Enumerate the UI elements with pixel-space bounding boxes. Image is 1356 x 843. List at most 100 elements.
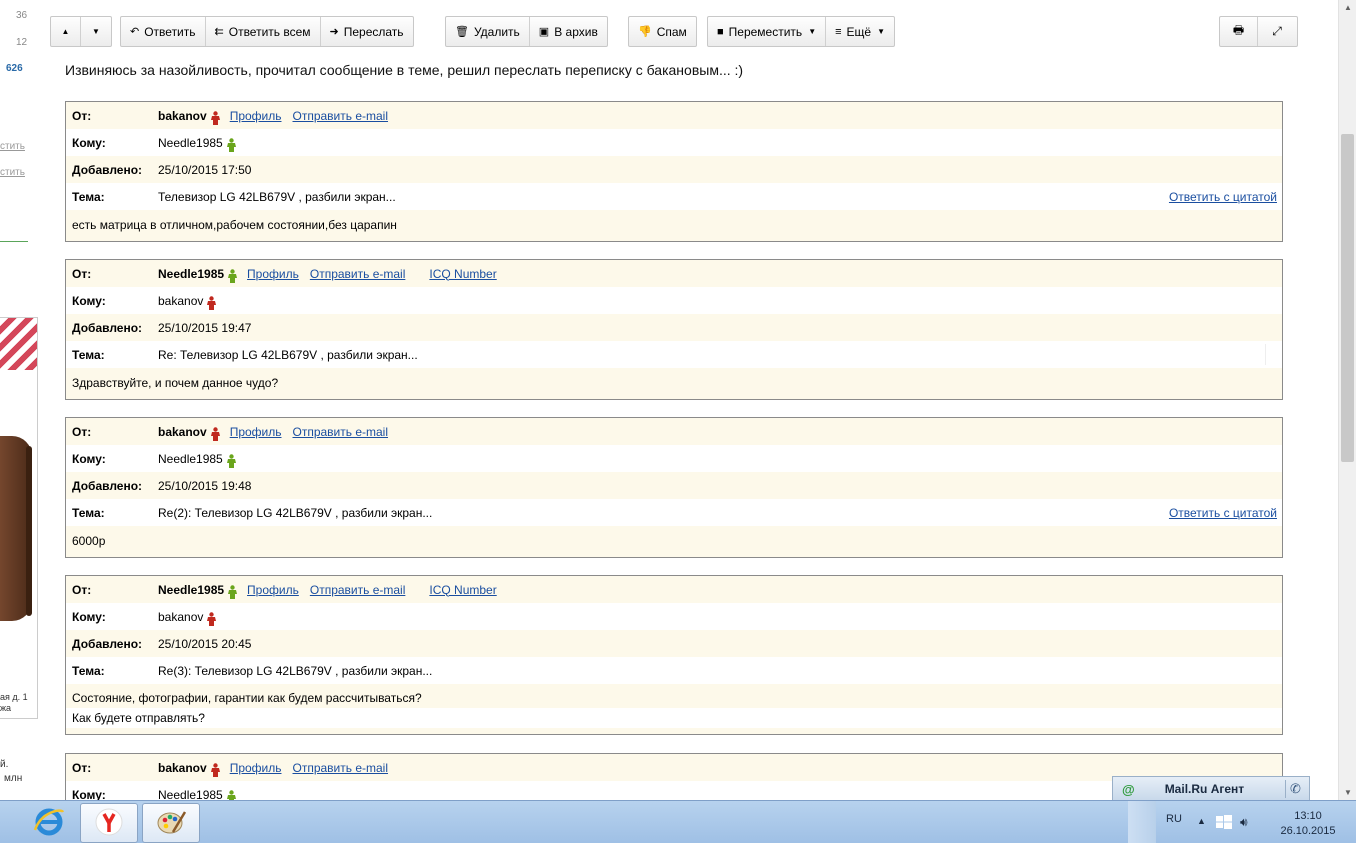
sender-name[interactable]: Needle1985 <box>158 267 224 281</box>
date-row: Добавлено: 25/10/2015 19:47 <box>66 314 1282 341</box>
sidebar-link-1[interactable]: стить <box>0 141 25 152</box>
reply-all-icon: ⇇ <box>214 26 224 38</box>
send-email-link[interactable]: Отправить e-mail <box>310 267 406 281</box>
male-green-icon <box>227 584 238 599</box>
male-red-icon <box>210 110 221 125</box>
profile-link[interactable]: Профиль <box>247 267 299 281</box>
recipient-name[interactable]: Needle1985 <box>158 136 223 150</box>
male-red-icon <box>206 295 217 310</box>
message-subject: Re: Телевизор LG 42LB679V , разбили экра… <box>158 347 418 362</box>
move-label: Переместить <box>728 24 803 39</box>
send-email-link[interactable]: Отправить e-mail <box>293 109 389 123</box>
male-green-icon <box>227 268 238 283</box>
sender-name[interactable]: bakanov <box>158 109 207 123</box>
scroll-down-icon[interactable]: ▼ <box>1344 788 1352 797</box>
language-indicator[interactable]: RU <box>1166 813 1182 825</box>
message-date: 25/10/2015 20:45 <box>158 636 252 651</box>
agent-title[interactable]: Mail.Ru Агент <box>1165 782 1244 796</box>
subject-label: Тема: <box>72 505 105 520</box>
reply-label: Ответить <box>144 24 196 39</box>
reply-button[interactable]: ↶ Ответить <box>121 17 206 46</box>
scrollbar-thumb[interactable] <box>1341 134 1354 462</box>
recipient-name[interactable]: bakanov <box>158 294 203 308</box>
icq-link[interactable]: ICQ Number <box>429 267 496 281</box>
print-button[interactable]: 🖶 <box>1220 17 1258 46</box>
quoted-message-2: От: Needle1985 Профиль Отправить e-mail … <box>65 259 1283 400</box>
ad-text: ая д. 1 жа <box>0 692 28 714</box>
arrow-down-icon: ▼ <box>92 27 100 36</box>
delete-label: Удалить <box>473 24 520 39</box>
message-subject: Re(2): Телевизор LG 42LB679V , разбили э… <box>158 505 433 520</box>
expand-button[interactable]: ⤢ <box>1258 17 1296 46</box>
spam-button-group: 👎 Спам <box>628 16 697 47</box>
yandex-browser-icon <box>93 806 125 841</box>
from-label: От: <box>72 424 92 439</box>
spam-button[interactable]: 👎 Спам <box>629 17 696 46</box>
reply-with-quote-link[interactable]: Ответить с цитатой <box>1169 190 1277 204</box>
windows-taskbar: RU ▲ 🔊︎ 13:10 26.10.2015 <box>0 800 1356 843</box>
profile-link[interactable]: Профиль <box>247 583 299 597</box>
sender-name[interactable]: Needle1985 <box>158 583 224 597</box>
delete-button[interactable]: 🗑 Удалить <box>446 17 530 46</box>
profile-link[interactable]: Профиль <box>230 425 282 439</box>
taskbar-yandex-browser-button[interactable] <box>80 803 138 843</box>
message-body: есть матрица в отличном,рабочем состояни… <box>66 210 1282 241</box>
to-row: Кому: Needle1985 <box>66 445 1282 472</box>
sidebar-divider <box>0 241 28 242</box>
subject-divider <box>1265 344 1266 365</box>
message-subject: Телевизор LG 42LB679V , разбили экран... <box>158 189 396 204</box>
volume-icon[interactable]: 🔊︎ <box>1240 815 1248 830</box>
message-body: Состояние, фотографии, гарантии как буде… <box>66 684 1282 734</box>
reply-with-quote-link[interactable]: Ответить с цитатой <box>1169 506 1277 520</box>
message-intro-text: Извиняюсь за назойливость, прочитал сооб… <box>65 62 744 78</box>
sender-name[interactable]: bakanov <box>158 761 207 775</box>
subject-row: Тема: Re(3): Телевизор LG 42LB679V , раз… <box>66 657 1282 684</box>
recipient-name[interactable]: Needle1985 <box>158 452 223 466</box>
sender-name[interactable]: bakanov <box>158 425 207 439</box>
icq-link[interactable]: ICQ Number <box>429 583 496 597</box>
mailru-agent-bar[interactable]: @ Mail.Ru Агент ✆ <box>1112 776 1310 801</box>
sidebar-counter-mid: 12 <box>16 37 28 48</box>
male-red-icon <box>210 762 221 777</box>
to-label: Кому: <box>72 293 106 308</box>
message-body-line-1: Состояние, фотографии, гарантии как буде… <box>72 691 422 705</box>
forward-button[interactable]: ➜ Переслать <box>321 17 413 46</box>
move-dropdown[interactable]: ■ Переместить ▼ <box>708 17 827 46</box>
taskbar-ie-button[interactable] <box>20 803 78 843</box>
phone-icon[interactable]: ✆ <box>1285 780 1305 798</box>
sidebar-link-2[interactable]: стить <box>0 167 25 178</box>
send-email-link[interactable]: Отправить e-mail <box>310 583 406 597</box>
sidebar-count[interactable]: 626 <box>6 63 23 74</box>
added-label: Добавлено: <box>72 636 143 651</box>
sidebar-counter-top: 36 <box>16 10 28 21</box>
to-label: Кому: <box>72 451 106 466</box>
from-label: От: <box>72 108 92 123</box>
recipient-name[interactable]: bakanov <box>158 610 203 624</box>
tray-clock[interactable]: 13:10 26.10.2015 <box>1278 809 1338 839</box>
scroll-up-icon[interactable]: ▲ <box>1344 3 1352 12</box>
taskbar-paint-button[interactable] <box>142 803 200 843</box>
printer-icon: 🖶 <box>1232 23 1245 37</box>
menu-icon: ≡ <box>835 25 842 38</box>
male-green-icon <box>226 453 237 468</box>
date-row: Добавлено: 25/10/2015 20:45 <box>66 630 1282 657</box>
sidebar-ad-banner[interactable]: ая д. 1 жа <box>0 317 38 719</box>
vertical-scrollbar[interactable]: ▲ ▼ <box>1338 0 1356 800</box>
profile-link[interactable]: Профиль <box>230 761 282 775</box>
archive-button[interactable]: ▣ В архив <box>530 17 607 46</box>
male-red-icon <box>210 426 221 441</box>
profile-link[interactable]: Профиль <box>230 109 282 123</box>
prev-message-button[interactable]: ▲ <box>51 17 81 46</box>
more-dropdown[interactable]: ≡ Ещё ▼ <box>826 17 894 46</box>
male-red-icon <box>206 611 217 626</box>
reply-all-button[interactable]: ⇇ Ответить всем <box>206 17 321 46</box>
next-message-button[interactable]: ▼ <box>81 17 111 46</box>
send-email-link[interactable]: Отправить e-mail <box>293 761 389 775</box>
added-label: Добавлено: <box>72 478 143 493</box>
arrow-up-icon: ▲ <box>61 27 70 36</box>
delete-archive-group: 🗑 Удалить ▣ В архив <box>445 16 608 47</box>
tray-expand-icon[interactable]: ▲ <box>1197 816 1206 826</box>
windows-flag-icon[interactable] <box>1216 815 1232 832</box>
reply-button-group: ↶ Ответить ⇇ Ответить всем ➜ Переслать <box>120 16 414 47</box>
send-email-link[interactable]: Отправить e-mail <box>293 425 389 439</box>
